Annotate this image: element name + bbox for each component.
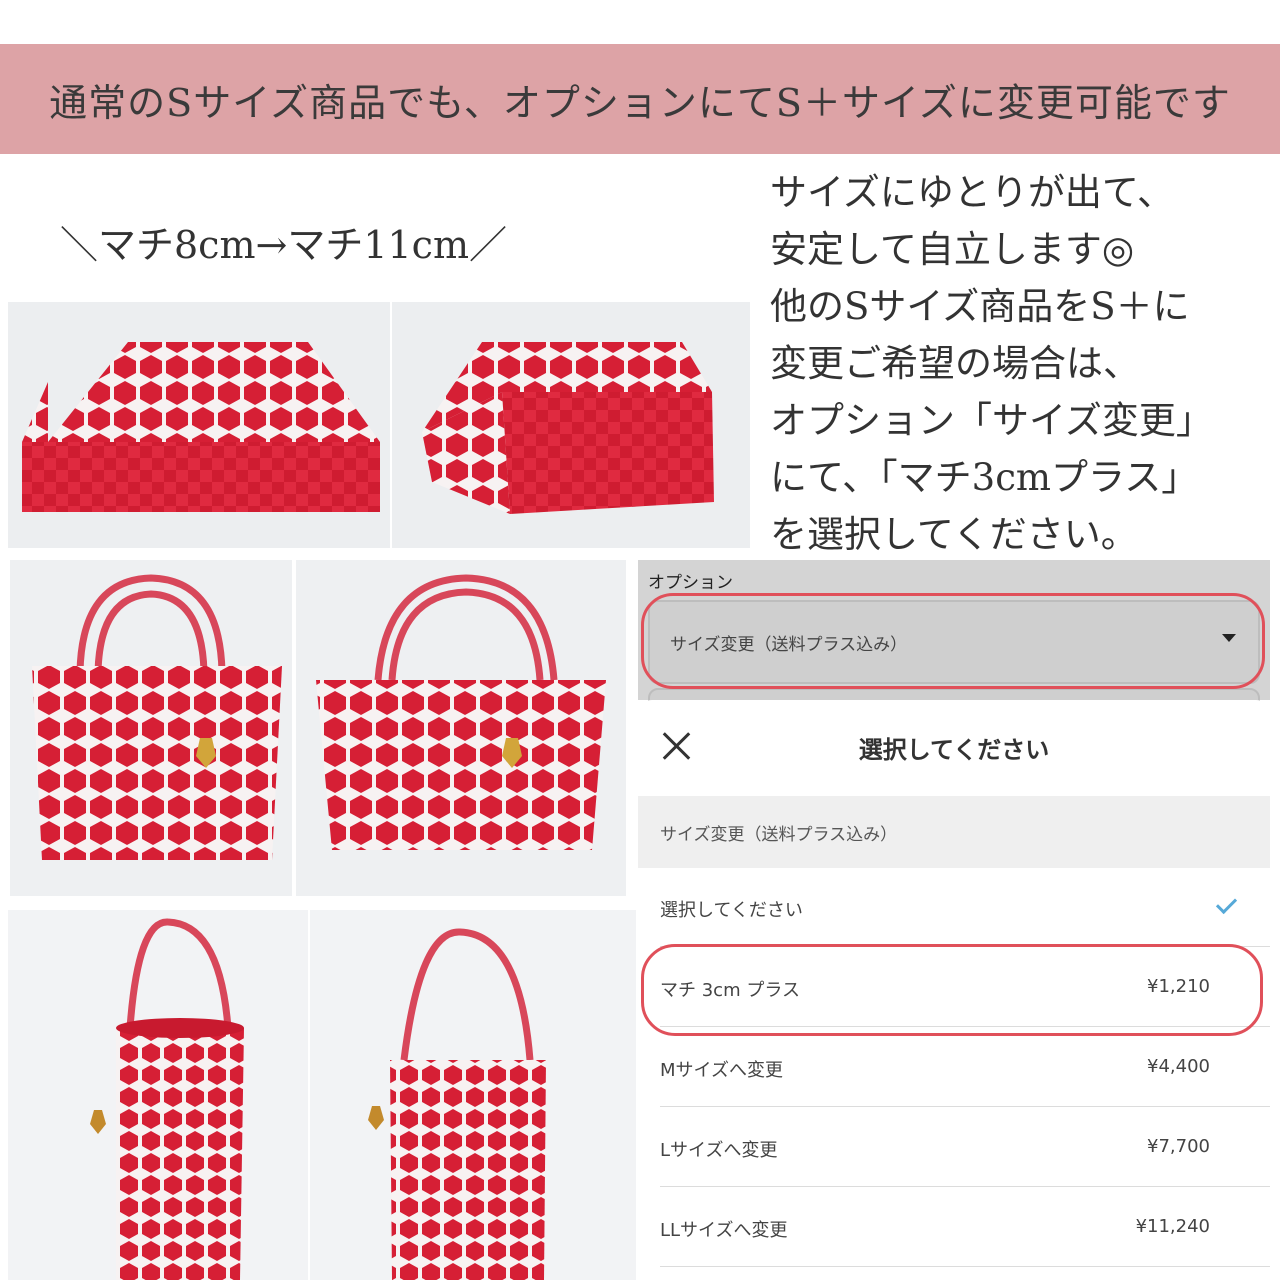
gusset-caption: ＼マチ8cm→マチ11cm／ [60,223,508,267]
description-line: 変更ご希望の場合は、 [770,342,1140,385]
photo-bag-bottom-left [8,302,390,548]
picker-option-label: Lサイズへ変更 [660,1140,778,1161]
picker-option[interactable]: Mサイズへ変更 ¥4,400 [660,1028,1270,1107]
photo-bag-bottom-right [392,302,750,548]
picker-option-price: ¥4,400 [1147,1056,1210,1077]
description-line: 他のSサイズ商品をS＋に [770,285,1190,328]
checkmark-icon [1215,892,1238,915]
top-banner: 通常のSサイズ商品でも、オプションにてS＋サイズに変更可能です [0,44,1280,154]
picker-option-label: Mサイズへ変更 [660,1060,783,1081]
picker-option[interactable]: Lサイズへ変更 ¥7,700 [660,1108,1270,1187]
photo-bag-front-right [296,560,626,896]
description-line: オプション「サイズ変更」 [770,399,1213,442]
description-line: を選択してください。 [770,513,1138,556]
picker-option[interactable]: LLサイズへ変更 ¥11,240 [660,1188,1270,1267]
highlight-circle-icon [641,944,1263,1036]
highlight-circle-icon [641,593,1265,689]
picker-header: 選択してください [638,700,1270,797]
description-line: サイズにゆとりが出て、 [770,171,1175,214]
picker-option-price: ¥7,700 [1147,1136,1210,1157]
description-line: 安定して自立します◎ [770,228,1135,271]
picker-option-label: 選択してください [660,900,803,921]
option-screenshot: オプション サイズ変更（送料プラス込み） 選択してください サイズ変更（送料プラ… [638,560,1270,1280]
picker-group-header: サイズ変更（送料プラス込み） [638,796,1270,868]
picker-sheet: 選択してください サイズ変更（送料プラス込み） 選択してください マチ 3cm … [638,700,1270,1280]
picker-group-label: サイズ変更（送料プラス込み） [660,825,898,845]
picker-title: 選択してください [858,736,1050,764]
photo-bag-front-left [10,560,292,896]
picker-option-price: ¥11,240 [1135,1216,1210,1237]
description-text: サイズにゆとりが出て、 安定して自立します◎ 他のSサイズ商品をS＋に 変更ご希… [770,164,1280,563]
photo-bag-side-left [8,910,308,1280]
description-line: にて、「マチ3cmプラス」 [770,456,1199,499]
picker-option-label: LLサイズへ変更 [660,1220,788,1241]
picker-option[interactable]: 選択してください [660,868,1270,947]
photo-bag-side-right [310,910,636,1280]
banner-text: 通常のSサイズ商品でも、オプションにてS＋サイズに変更可能です [49,80,1231,125]
option-label: オプション [648,573,733,593]
